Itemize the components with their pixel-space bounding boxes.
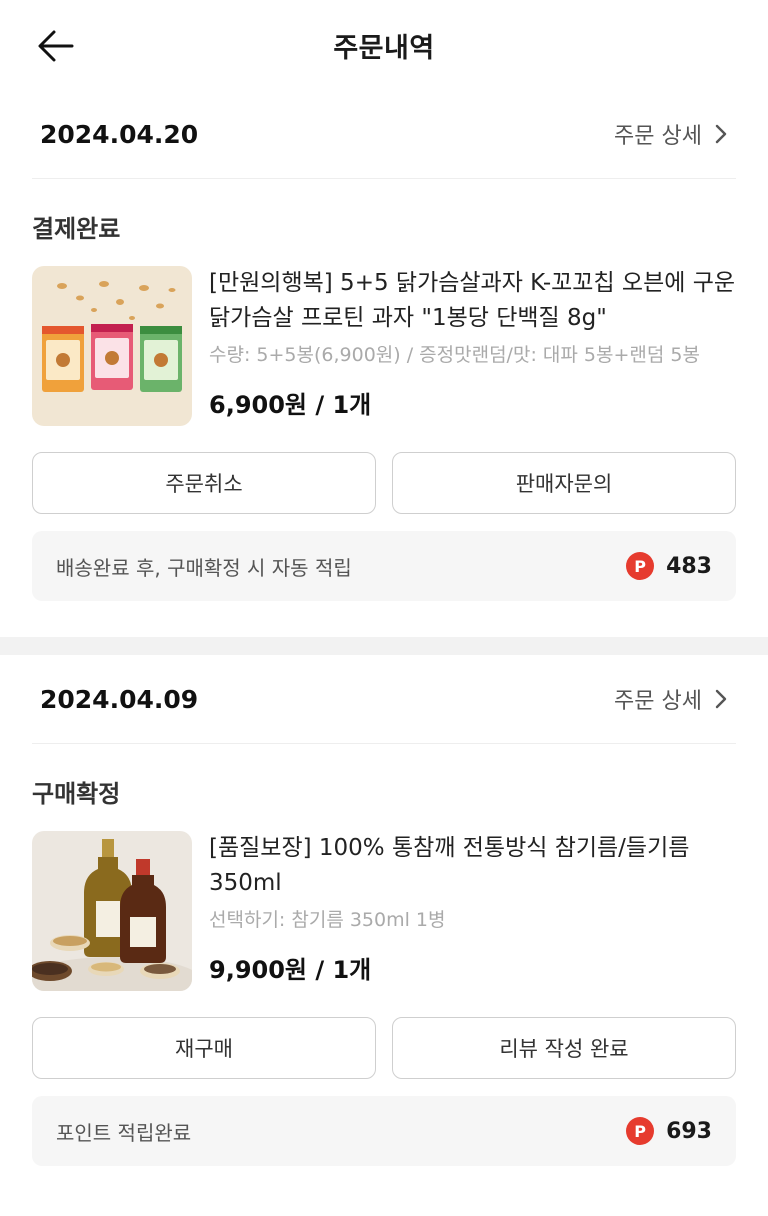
reorder-button[interactable]: 재구매 <box>32 1017 376 1079</box>
order-header: 2024.04.09 주문 상세 <box>32 655 736 744</box>
points-value-group: P 693 <box>626 1117 712 1145</box>
points-text: 포인트 적립완료 <box>56 1120 192 1145</box>
order-header: 2024.04.20 주문 상세 <box>32 90 736 179</box>
product-thumbnail[interactable] <box>32 266 192 426</box>
order-detail-link[interactable]: 주문 상세 <box>614 118 736 150</box>
points-value-group: P 483 <box>626 552 712 580</box>
order-detail-label: 주문 상세 <box>614 689 702 714</box>
sesame-oil-product-image <box>32 831 192 991</box>
order-actions: 주문취소 판매자문의 <box>32 452 736 514</box>
order-card: 2024.04.20 주문 상세 결제완료 [만원의행복] 5+5 닭가슴살과자… <box>0 90 768 601</box>
points-info: 포인트 적립완료 P 693 <box>32 1096 736 1166</box>
order-card: 2024.04.09 주문 상세 구매확정 [품질보장] 100% 통참깨 전통… <box>0 655 768 1166</box>
points-text: 배송완료 후, 구매확정 시 자동 적립 <box>56 555 352 580</box>
app-header: 주문내역 <box>0 0 768 90</box>
order-detail-link[interactable]: 주문 상세 <box>614 683 736 715</box>
order-status: 결제완료 <box>32 215 121 243</box>
points-info: 배송완료 후, 구매확정 시 자동 적립 P 483 <box>32 531 736 601</box>
product-thumbnail[interactable] <box>32 831 192 991</box>
order-status: 구매확정 <box>32 780 121 808</box>
page-title: 주문내역 <box>333 32 435 64</box>
product-info: [만원의행복] 5+5 닭가슴살과자 K-꼬꼬칩 오븐에 구운 닭가슴살 프로틴… <box>209 266 736 426</box>
points-value: 483 <box>666 553 712 579</box>
chevron-right-icon <box>715 689 727 709</box>
product-price: 6,900원 / 1개 <box>209 391 372 419</box>
point-icon: P <box>626 1117 655 1145</box>
order-actions: 재구매 리뷰 작성 완료 <box>32 1017 736 1079</box>
product-option: 선택하기: 참기름 350ml 1병 <box>209 909 446 931</box>
point-icon: P <box>626 552 655 580</box>
product-info: [품질보장] 100% 통참깨 전통방식 참기름/들기름 350ml 선택하기:… <box>209 831 736 991</box>
back-button[interactable] <box>36 26 76 66</box>
snack-product-image <box>32 266 192 426</box>
section-divider <box>0 637 768 655</box>
product-price: 9,900원 / 1개 <box>209 956 372 984</box>
order-date: 2024.04.09 <box>40 684 199 714</box>
cancel-order-button[interactable]: 주문취소 <box>32 452 376 514</box>
arrow-left-icon <box>38 30 74 62</box>
product-name[interactable]: [품질보장] 100% 통참깨 전통방식 참기름/들기름 350ml <box>209 831 736 901</box>
product-option: 수량: 5+5봉(6,900원) / 증정맛랜덤/맛: 대파 5봉+랜덤 5봉 <box>209 344 700 366</box>
seller-inquiry-button[interactable]: 판매자문의 <box>392 452 736 514</box>
order-date: 2024.04.20 <box>40 119 199 149</box>
review-complete-button[interactable]: 리뷰 작성 완료 <box>392 1017 736 1079</box>
product-item[interactable]: [품질보장] 100% 통참깨 전통방식 참기름/들기름 350ml 선택하기:… <box>32 831 736 991</box>
product-item[interactable]: [만원의행복] 5+5 닭가슴살과자 K-꼬꼬칩 오븐에 구운 닭가슴살 프로틴… <box>32 266 736 426</box>
points-value: 693 <box>666 1118 712 1144</box>
chevron-right-icon <box>715 124 727 144</box>
order-detail-label: 주문 상세 <box>614 124 702 149</box>
product-name[interactable]: [만원의행복] 5+5 닭가슴살과자 K-꼬꼬칩 오븐에 구운 닭가슴살 프로틴… <box>209 266 736 336</box>
